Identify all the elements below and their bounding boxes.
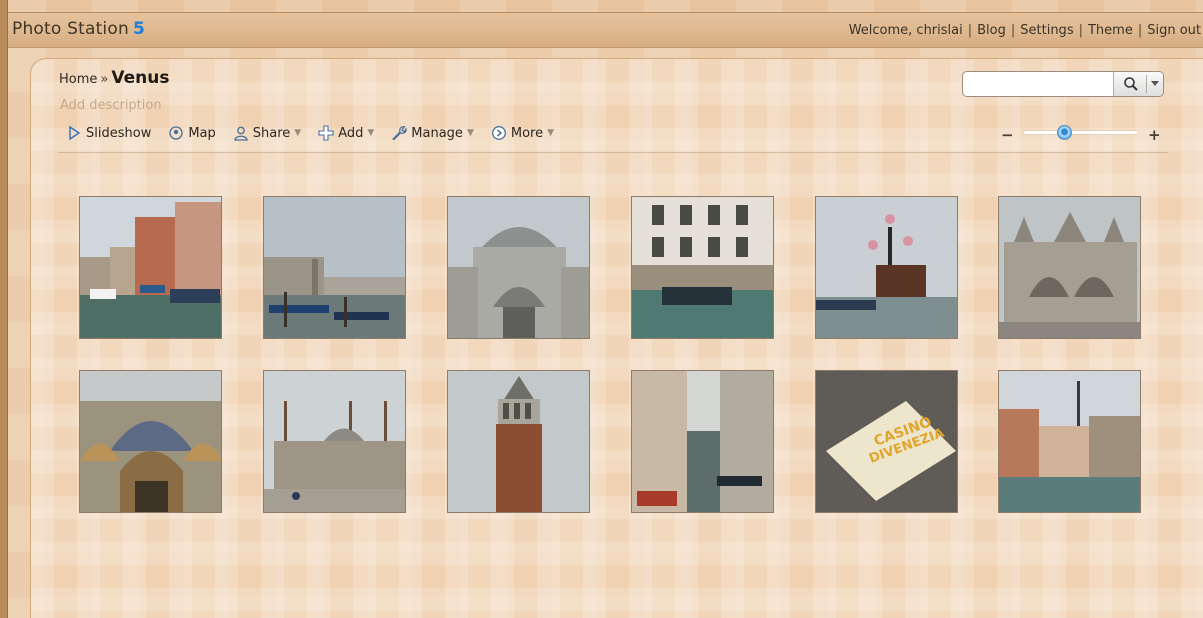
manage-menu[interactable]: Manage ▼ (391, 125, 474, 141)
mosaic-facade-photo-image (80, 371, 221, 512)
church-photo-image (448, 197, 589, 338)
logo-text: Photo Station (12, 19, 129, 39)
canal-buildings-photo-image (999, 371, 1140, 512)
more-menu[interactable]: More ▼ (491, 125, 554, 141)
add-label: Add (338, 125, 364, 141)
search-icon (1124, 77, 1138, 91)
photo-thumbnail[interactable] (631, 196, 774, 339)
narrow-canal-photo-image (632, 371, 773, 512)
more-circle-icon (491, 126, 506, 140)
album-description[interactable]: Add description (60, 98, 162, 113)
piazza-photo-image (264, 371, 405, 512)
link-separator: | (1137, 23, 1143, 38)
chevron-down-icon: ▼ (294, 128, 302, 138)
canal-photo-image (80, 197, 221, 338)
breadcrumb: Home» Venus (59, 68, 169, 88)
logo-version: 5 (132, 19, 145, 39)
toolbar-divider (58, 152, 1168, 153)
photo-thumbnail[interactable] (998, 370, 1141, 513)
map-pin-icon (169, 126, 183, 140)
zoom-in-button[interactable]: + (1148, 126, 1161, 144)
share-menu[interactable]: Share ▼ (233, 125, 301, 141)
app-logo[interactable]: Photo Station 5 (12, 19, 145, 39)
more-label: More (510, 125, 544, 141)
basilica-photo-image (999, 197, 1140, 338)
breadcrumb-separator: » (100, 72, 109, 87)
chevron-down-icon: ▼ (547, 128, 555, 138)
photo-thumbnail[interactable] (79, 196, 222, 339)
photo-thumbnail[interactable] (998, 196, 1141, 339)
add-menu[interactable]: Add ▼ (318, 125, 374, 141)
photo-thumbnail[interactable] (79, 370, 222, 513)
photo-thumbnail[interactable] (263, 196, 406, 339)
photo-thumbnail[interactable] (263, 370, 406, 513)
search-divider (1146, 75, 1147, 93)
casino-sign-photo-image: CASINÒ DIVENEZIA (816, 371, 957, 512)
zoom-out-button[interactable]: − (1001, 126, 1014, 144)
album-toolbar: Slideshow Map Share ▼ Add ▼ Manage ▼ Mor… (66, 122, 571, 144)
photo-thumbnail[interactable] (447, 370, 590, 513)
blog-link[interactable]: Blog (977, 23, 1006, 38)
search-button[interactable] (1113, 72, 1163, 96)
photo-thumbnail[interactable]: CASINÒ DIVENEZIA (815, 370, 958, 513)
settings-link[interactable]: Settings (1020, 23, 1073, 38)
flooded-square-photo-image (632, 197, 773, 338)
left-edge (0, 0, 8, 618)
slideshow-label: Slideshow (86, 125, 152, 141)
chevron-down-icon[interactable] (1151, 81, 1159, 87)
grand-canal-photo-image (264, 197, 405, 338)
slideshow-button[interactable]: Slideshow (66, 125, 151, 141)
breadcrumb-home[interactable]: Home (59, 72, 97, 87)
theme-link[interactable]: Theme (1088, 23, 1133, 38)
kiosk-photo-image (816, 197, 957, 338)
map-button[interactable]: Map (168, 125, 216, 141)
welcome-text: Welcome, chrislai (848, 23, 963, 38)
play-icon (69, 125, 81, 141)
link-separator: | (967, 23, 973, 38)
search-box (962, 71, 1164, 97)
manage-label: Manage (411, 125, 463, 141)
map-label: Map (188, 125, 216, 141)
photo-thumbnail[interactable] (815, 196, 958, 339)
bell-tower-photo-image (448, 371, 589, 512)
zoom-slider[interactable] (1024, 131, 1138, 134)
sign-out-link[interactable]: Sign out (1147, 23, 1201, 38)
search-input[interactable] (969, 75, 1113, 93)
share-label: Share (252, 125, 291, 141)
photo-thumbnail[interactable] (631, 370, 774, 513)
photo-thumbnail[interactable] (447, 196, 590, 339)
user-icon (234, 126, 248, 141)
app-frame: Photo Station 5 Welcome, chrislai | Blog | Se… (0, 0, 1203, 618)
chevron-down-icon: ▼ (367, 128, 375, 138)
link-separator: | (1078, 23, 1083, 38)
wrench-icon (392, 126, 407, 141)
chevron-down-icon: ▼ (466, 128, 474, 138)
page-title: Venus (111, 68, 170, 88)
header-bar: Photo Station 5 Welcome, chrislai | Blog | Se… (8, 12, 1203, 48)
zoom-slider-handle[interactable] (1056, 125, 1072, 140)
link-separator: | (1010, 23, 1016, 38)
header-links: Welcome, chrislai | Blog | Settings | Theme | Si… (849, 23, 1201, 38)
plus-icon (318, 125, 334, 141)
